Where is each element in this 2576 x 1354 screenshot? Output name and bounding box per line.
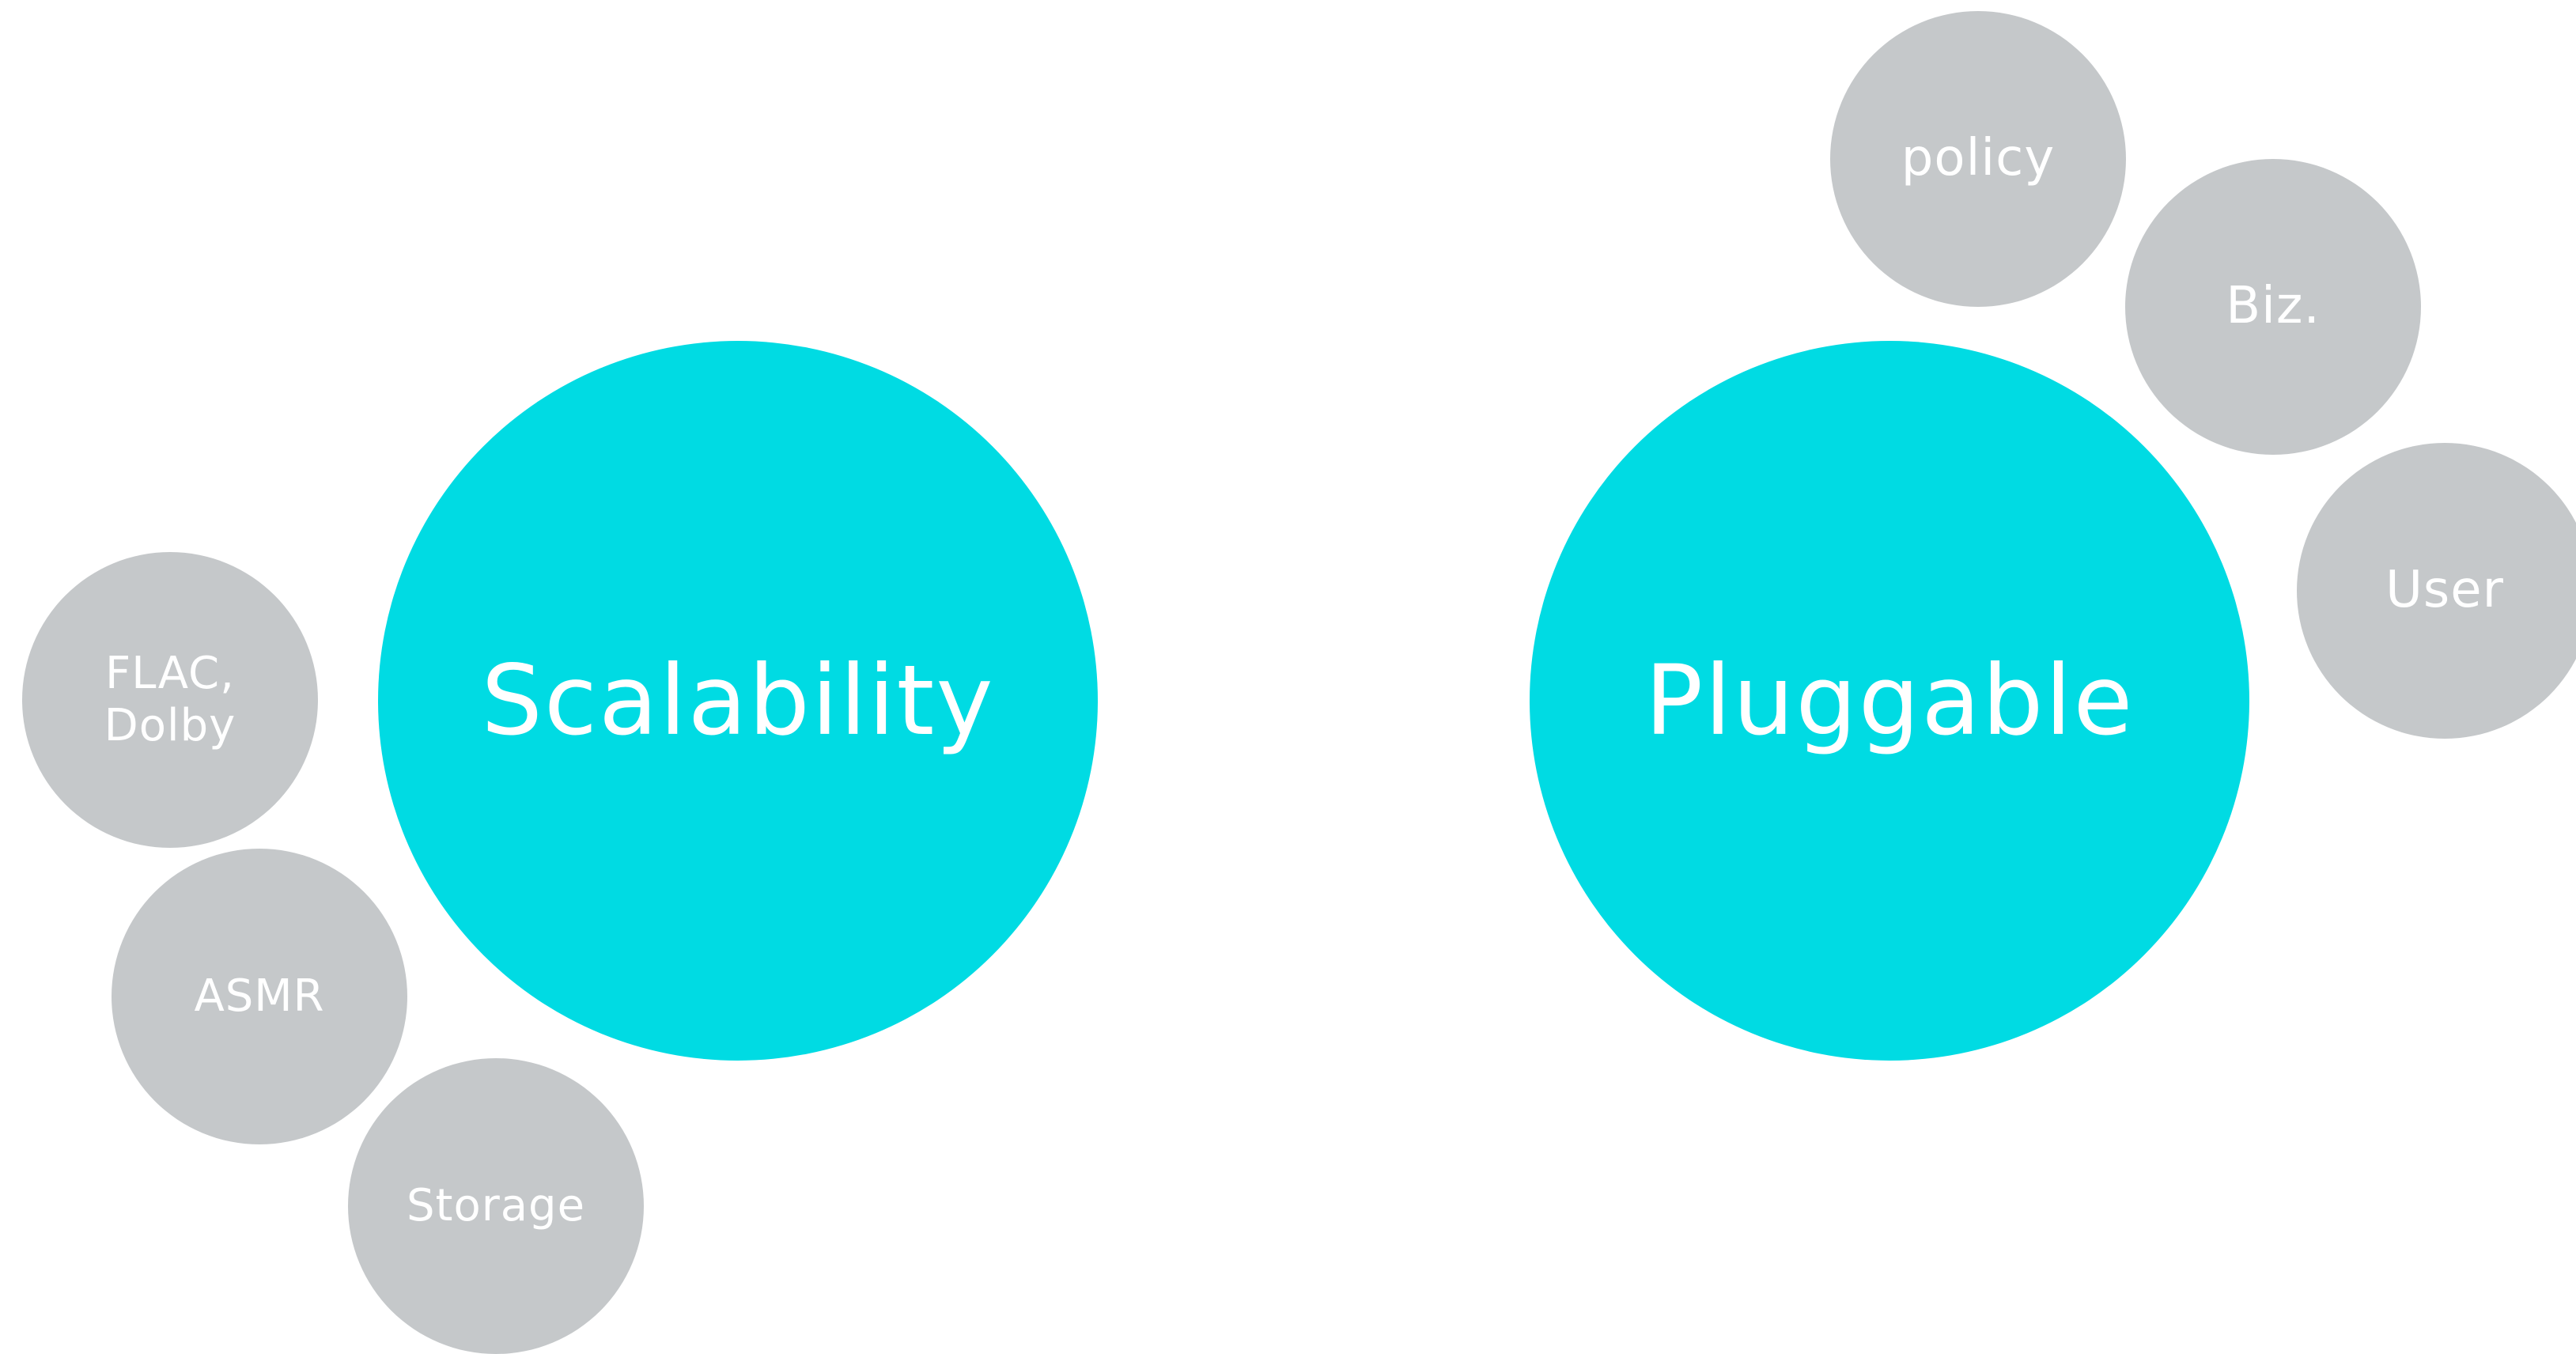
flac-dolby-label: FLAC, Dolby <box>104 647 236 751</box>
policy-label: policy <box>1901 129 2056 188</box>
scalability-circle: Scalability <box>378 341 1098 1061</box>
user-label: User <box>2385 561 2504 620</box>
user-circle: User <box>2297 443 2576 739</box>
flac-dolby-circle: FLAC, Dolby <box>22 552 318 848</box>
storage-label: Storage <box>406 1179 586 1231</box>
biz-label: Biz. <box>2226 277 2321 336</box>
scalability-label: Scalability <box>481 645 995 757</box>
asmr-label: ASMR <box>194 970 325 1022</box>
pluggable-label: Pluggable <box>1644 645 2135 757</box>
biz-circle: Biz. <box>2125 159 2421 455</box>
asmr-circle: ASMR <box>112 849 407 1144</box>
pluggable-circle: Pluggable <box>1530 341 2249 1061</box>
policy-circle: policy <box>1830 11 2126 307</box>
storage-circle: Storage <box>348 1058 644 1354</box>
